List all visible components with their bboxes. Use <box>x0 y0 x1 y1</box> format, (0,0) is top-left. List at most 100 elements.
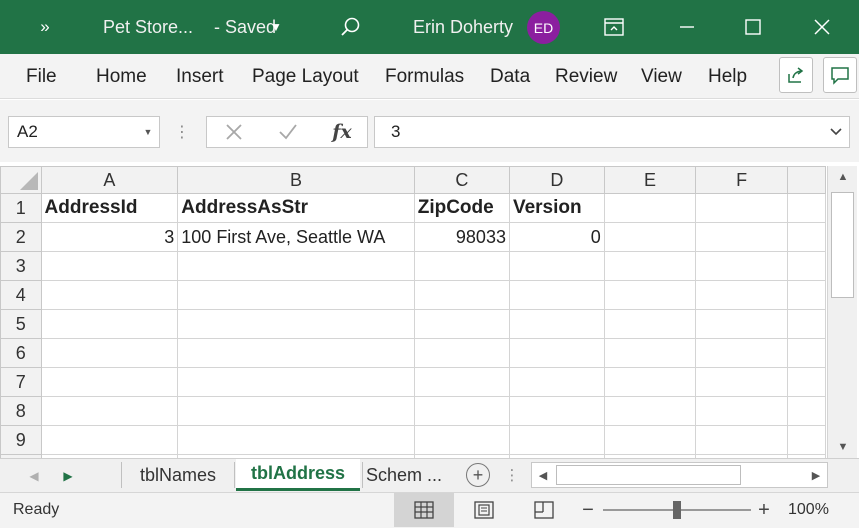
zoom-slider-thumb[interactable] <box>673 501 681 519</box>
cell[interactable] <box>695 222 788 252</box>
row-header[interactable]: 7 <box>0 367 42 397</box>
cell[interactable] <box>177 251 415 281</box>
cell[interactable] <box>40 309 179 339</box>
column-header-a[interactable]: A <box>40 166 179 194</box>
cell[interactable] <box>786 309 826 339</box>
cell[interactable] <box>786 338 826 368</box>
cell[interactable] <box>508 280 605 310</box>
cell[interactable]: ZipCode <box>413 193 510 223</box>
column-header-e[interactable]: E <box>603 166 697 194</box>
cell[interactable] <box>177 425 415 455</box>
menu-home[interactable]: Home <box>96 54 147 99</box>
row-header[interactable]: 5 <box>0 309 42 339</box>
vertical-scrollbar[interactable]: ▲ ▼ <box>827 166 857 458</box>
sheet-prev-icon[interactable]: ◀ <box>24 462 44 490</box>
cell[interactable] <box>413 280 510 310</box>
cell[interactable] <box>177 280 415 310</box>
scroll-left-icon[interactable]: ◀ <box>532 463 554 487</box>
cell[interactable] <box>695 338 788 368</box>
tab-split-grip-icon[interactable]: ⋮ <box>505 461 520 489</box>
cell[interactable] <box>786 425 826 455</box>
search-icon[interactable] <box>336 0 366 54</box>
cell[interactable] <box>695 193 788 223</box>
zoom-level[interactable]: 100% <box>788 492 829 528</box>
cell[interactable] <box>508 425 605 455</box>
cell[interactable] <box>40 367 179 397</box>
cell[interactable]: Version <box>508 193 605 223</box>
comment-icon[interactable] <box>823 57 857 93</box>
cell[interactable] <box>603 222 697 252</box>
title-dropdown-icon[interactable]: ▼ <box>270 0 282 54</box>
menu-page-layout[interactable]: Page Layout <box>252 54 359 99</box>
cell[interactable] <box>508 367 605 397</box>
formula-input[interactable] <box>374 116 850 148</box>
cell[interactable] <box>413 338 510 368</box>
select-all-corner[interactable] <box>0 166 42 194</box>
tab-tblnames[interactable]: tblNames <box>124 459 232 491</box>
cell[interactable] <box>508 338 605 368</box>
tab-tbladdress[interactable]: tblAddress <box>236 459 360 491</box>
cell[interactable] <box>695 396 788 426</box>
cell[interactable]: AddressId <box>40 193 179 223</box>
cell[interactable] <box>786 222 826 252</box>
avatar[interactable]: ED <box>527 11 560 44</box>
page-break-view-icon[interactable] <box>514 493 574 527</box>
cell[interactable] <box>177 396 415 426</box>
menu-view[interactable]: View <box>641 54 682 99</box>
scroll-down-icon[interactable]: ▼ <box>828 436 858 458</box>
close-icon[interactable] <box>799 0 845 54</box>
column-header-g[interactable] <box>786 166 826 194</box>
cell[interactable] <box>603 338 697 368</box>
cell[interactable] <box>40 280 179 310</box>
cell[interactable] <box>40 251 179 281</box>
column-header-d[interactable]: D <box>508 166 605 194</box>
cell[interactable] <box>695 251 788 281</box>
name-box-dropdown-icon[interactable]: ▼ <box>140 116 156 148</box>
sheet-next-icon[interactable]: ▶ <box>58 462 78 490</box>
cell[interactable] <box>508 251 605 281</box>
cell[interactable] <box>40 425 179 455</box>
normal-view-icon[interactable] <box>394 493 454 527</box>
cell[interactable] <box>177 367 415 397</box>
ribbon-display-options-icon[interactable] <box>591 0 637 54</box>
tab-schem[interactable]: Schem ... <box>366 459 458 491</box>
row-header[interactable]: 4 <box>0 280 42 310</box>
scroll-right-icon[interactable]: ▶ <box>805 463 827 487</box>
cell[interactable] <box>603 396 697 426</box>
menu-help[interactable]: Help <box>708 54 747 99</box>
cell[interactable] <box>177 338 415 368</box>
cell[interactable] <box>695 425 788 455</box>
cell[interactable] <box>413 251 510 281</box>
row-header[interactable]: 1 <box>0 193 42 223</box>
horizontal-scrollbar[interactable]: ◀ ▶ <box>531 462 828 488</box>
column-header-b[interactable]: B <box>177 166 415 194</box>
insert-function-button[interactable]: fx <box>327 116 357 148</box>
quick-access-chevron[interactable]: » <box>28 0 62 54</box>
cell[interactable]: 3 <box>40 222 179 252</box>
cell[interactable] <box>508 396 605 426</box>
scroll-up-icon[interactable]: ▲ <box>828 166 858 188</box>
enter-check-icon[interactable] <box>273 116 303 148</box>
vertical-scroll-thumb[interactable] <box>831 192 854 298</box>
cell[interactable] <box>413 367 510 397</box>
user-name[interactable]: Erin Doherty <box>413 0 513 54</box>
cell[interactable]: 100 First Ave, Seattle WA <box>177 222 415 252</box>
menu-formulas[interactable]: Formulas <box>385 54 464 99</box>
cancel-icon[interactable] <box>219 116 249 148</box>
menu-data[interactable]: Data <box>490 54 530 99</box>
cell[interactable] <box>786 367 826 397</box>
cell[interactable] <box>603 367 697 397</box>
cell[interactable] <box>413 425 510 455</box>
row-header[interactable]: 2 <box>0 222 42 252</box>
horizontal-scroll-thumb[interactable] <box>556 465 741 485</box>
minimize-icon[interactable] <box>664 0 710 54</box>
cell[interactable] <box>40 338 179 368</box>
column-header-f[interactable]: F <box>695 166 788 194</box>
row-header[interactable]: 6 <box>0 338 42 368</box>
zoom-out-button[interactable]: − <box>578 492 598 528</box>
name-box[interactable]: A2 <box>8 116 160 148</box>
expand-formula-icon[interactable] <box>826 116 846 148</box>
zoom-in-button[interactable]: + <box>754 492 774 528</box>
document-title[interactable]: Pet Store... <box>103 0 193 54</box>
row-header[interactable]: 3 <box>0 251 42 281</box>
